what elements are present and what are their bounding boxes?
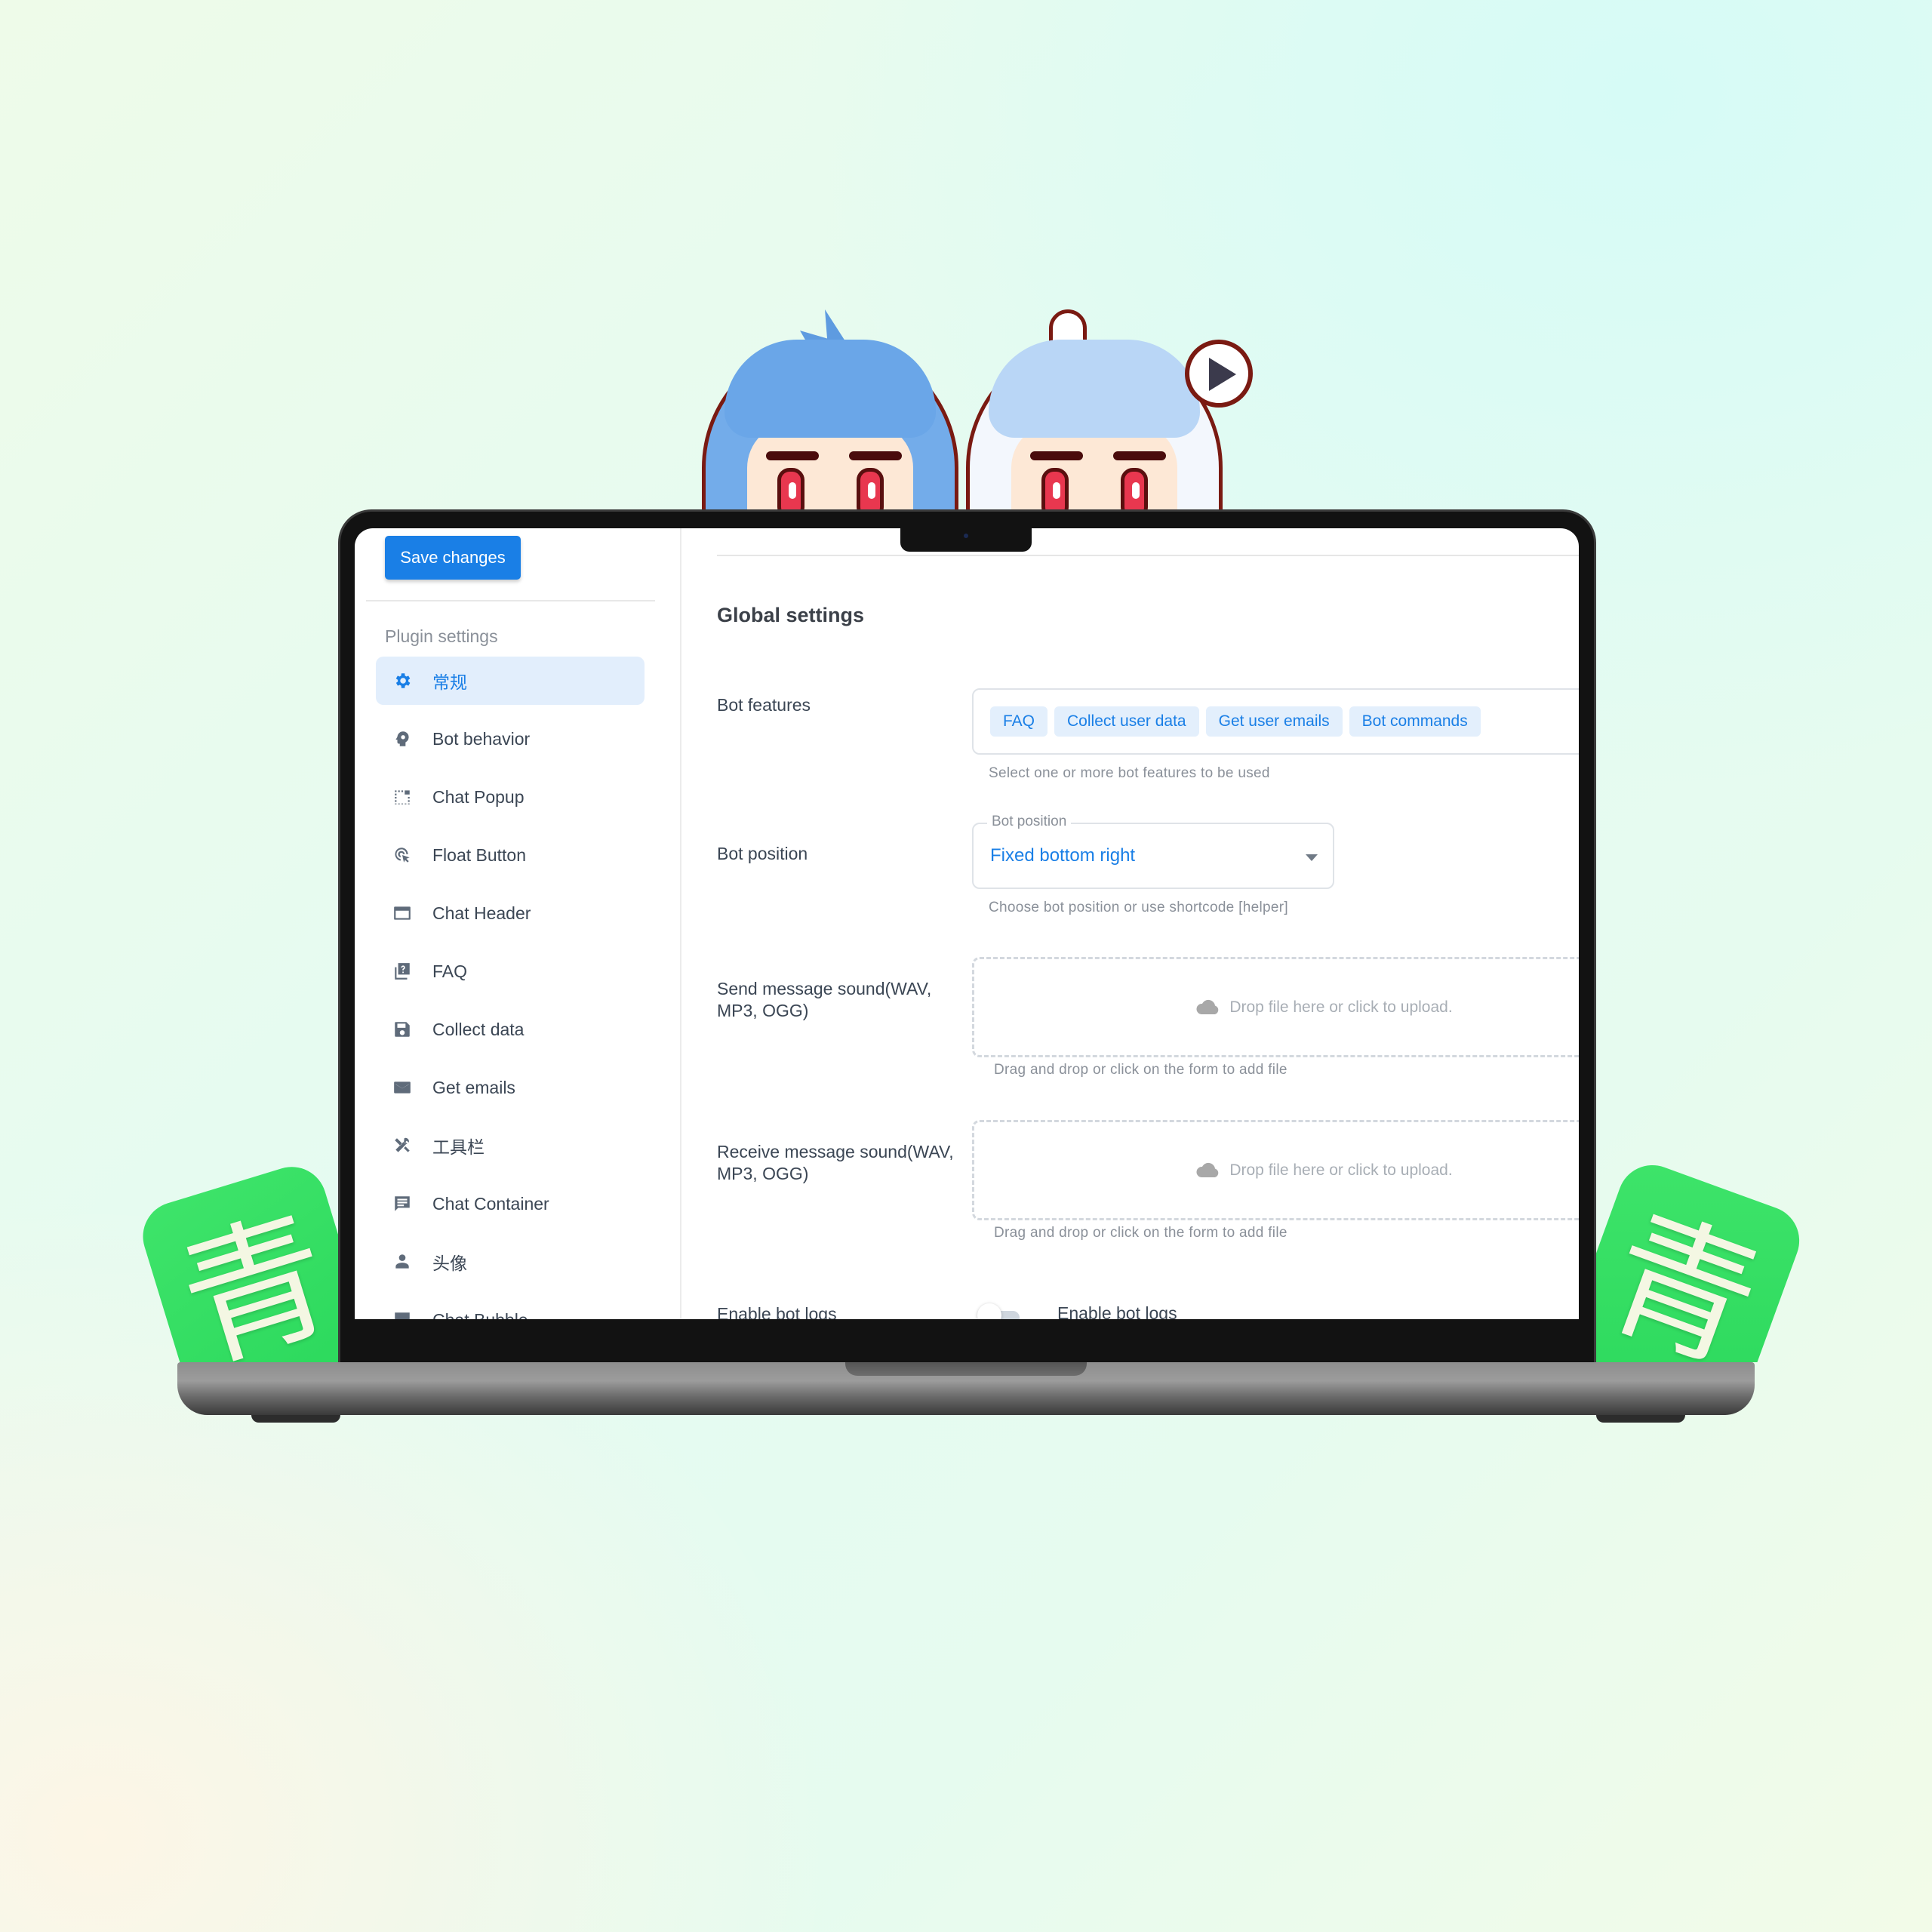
- sidebar-item-bot-behavior[interactable]: Bot behavior: [376, 715, 645, 763]
- header-divider: [717, 555, 1579, 556]
- logo-tile-right: 青: [1594, 1132, 1820, 1362]
- user-icon: [391, 1251, 414, 1273]
- blue-hair-character: [694, 309, 966, 557]
- sidebar-item-label: 工具栏: [432, 1137, 485, 1157]
- logo-glyph: 青: [1594, 1187, 1780, 1362]
- feature-chip[interactable]: Get user emails: [1205, 706, 1343, 737]
- cursor-click-icon: [391, 844, 414, 866]
- sidebar-divider: [366, 600, 655, 601]
- receive-sound-dropzone[interactable]: Drop file here or click to upload.: [972, 1120, 1579, 1220]
- sidebar-item-avatar[interactable]: 头像: [376, 1238, 645, 1286]
- white-hair-character: [958, 309, 1253, 557]
- sidebar-item-label: Chat Header: [432, 903, 531, 923]
- camera-notch: [900, 526, 1032, 552]
- camera-icon: [964, 534, 968, 538]
- dropzone-text: Drop file here or click to upload.: [1229, 1161, 1453, 1179]
- sidebar-item-float-button[interactable]: Float Button: [376, 831, 645, 879]
- caret-down-icon: [1306, 854, 1318, 861]
- logo-tile-left: 青: [113, 1132, 340, 1362]
- save-changes-button[interactable]: Save changes: [385, 536, 521, 580]
- envelope-icon: [391, 1076, 414, 1099]
- page-title: Global settings: [717, 604, 865, 626]
- chat-list-icon: [391, 1192, 414, 1215]
- sidebar-item-get-emails[interactable]: Get emails: [376, 1063, 645, 1112]
- sidebar-item-chat-bubble[interactable]: Chat Bubble: [376, 1296, 645, 1319]
- feature-chip[interactable]: Collect user data: [1054, 706, 1199, 737]
- feature-chip[interactable]: Bot commands: [1349, 706, 1481, 737]
- feature-chip[interactable]: FAQ: [990, 706, 1048, 737]
- sidebar-item-label: Chat Popup: [432, 786, 525, 807]
- sidebar-nav: 常规 Bot behavior Chat Popup Float Button …: [376, 657, 645, 1319]
- bot-position-helper: Choose bot position or use shortcode [he…: [989, 900, 1288, 915]
- bot-logs-toggle-label: Enable bot logs: [1057, 1303, 1177, 1319]
- sidebar-item-faq[interactable]: FAQ: [376, 947, 645, 995]
- send-sound-helper: Drag and drop or click on the form to ad…: [994, 1062, 1287, 1078]
- sidebar: Save changes Plugin settings 常规 Bot beha…: [355, 528, 681, 1319]
- sidebar-item-label: Bot behavior: [432, 728, 531, 749]
- laptop-base: [177, 1362, 1755, 1415]
- send-sound-label: Send message sound(WAV, MP3, OGG): [717, 979, 932, 1020]
- sidebar-item-label: Chat Container: [432, 1193, 549, 1214]
- head-gear-icon: [391, 728, 414, 750]
- sidebar-item-chat-container[interactable]: Chat Container: [376, 1180, 645, 1228]
- sidebar-item-label: 头像: [432, 1254, 467, 1273]
- cloud-icon: [1196, 1162, 1219, 1177]
- bot-features-select[interactable]: FAQ Collect user data Get user emails Bo…: [972, 688, 1579, 755]
- bot-position-select[interactable]: Bot position Fixed bottom right: [972, 814, 1334, 889]
- sidebar-item-chat-header[interactable]: Chat Header: [376, 889, 645, 937]
- bot-features-helper: Select one or more bot features to be us…: [989, 765, 1270, 781]
- sidebar-item-label: 常规: [432, 672, 467, 692]
- laptop-screen: Save changes Plugin settings 常规 Bot beha…: [355, 528, 1579, 1319]
- play-bow-icon: [1185, 340, 1253, 408]
- bot-position-legend: Bot position: [987, 814, 1072, 830]
- sidebar-item-toolbar[interactable]: 工具栏: [376, 1121, 645, 1170]
- sidebar-item-collect-data[interactable]: Collect data: [376, 1005, 645, 1054]
- sidebar-item-label: Chat Bubble: [432, 1310, 528, 1320]
- dropzone-text: Drop file here or click to upload.: [1229, 998, 1453, 1016]
- sidebar-item-general[interactable]: 常规: [376, 657, 645, 705]
- sidebar-heading: Plugin settings: [385, 626, 498, 646]
- bot-position-value: Fixed bottom right: [990, 845, 1136, 866]
- logo-glyph: 青: [163, 1189, 340, 1362]
- floppy-icon: [391, 1018, 414, 1041]
- sidebar-item-label: FAQ: [432, 961, 468, 981]
- faq-icon: [391, 960, 414, 983]
- cloud-icon: [1196, 999, 1219, 1014]
- sidebar-item-label: Float Button: [432, 844, 527, 865]
- receive-sound-helper: Drag and drop or click on the form to ad…: [994, 1225, 1287, 1241]
- gear-icon: [391, 669, 414, 692]
- sidebar-item-label: Get emails: [432, 1077, 515, 1097]
- sidebar-item-chat-popup[interactable]: Chat Popup: [376, 773, 645, 821]
- receive-sound-label: Receive message sound(WAV, MP3, OGG): [717, 1142, 954, 1183]
- bot-logs-label: Enable bot logs: [717, 1304, 837, 1319]
- bubble-icon: [391, 1309, 414, 1319]
- send-sound-dropzone[interactable]: Drop file here or click to upload.: [972, 957, 1579, 1057]
- laptop-foot: [1596, 1415, 1685, 1423]
- bot-logs-toggle[interactable]: [977, 1303, 1020, 1319]
- laptop-foot: [251, 1415, 340, 1423]
- popup-icon: [391, 786, 414, 808]
- mascot-characters: [679, 279, 1253, 557]
- bot-features-label: Bot features: [717, 695, 811, 715]
- sidebar-item-label: Collect data: [432, 1019, 525, 1039]
- tools-icon: [391, 1134, 414, 1157]
- window-icon: [391, 902, 414, 924]
- settings-panel: Global settings Bot features FAQ Collect…: [683, 528, 1579, 1319]
- bot-position-label: Bot position: [717, 844, 808, 863]
